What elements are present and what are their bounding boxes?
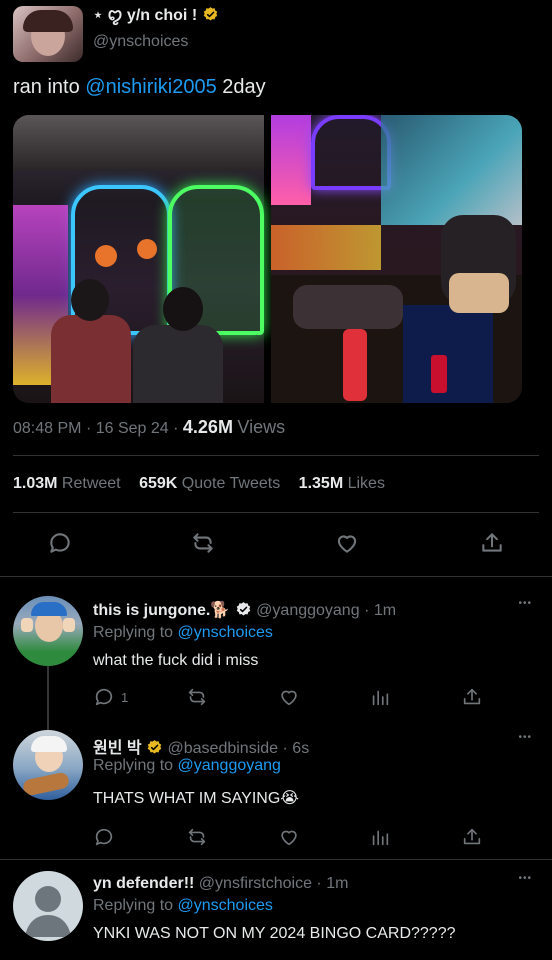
media-photo-left[interactable] bbox=[13, 115, 264, 403]
reply-header: yn defender!! @ynsfirstchoice · 1m bbox=[93, 875, 348, 893]
reply-text: THATS WHAT IM SAYING😭 bbox=[93, 790, 299, 807]
meta-separator: · bbox=[173, 420, 179, 437]
reply-analytics-button[interactable] bbox=[369, 686, 391, 713]
reply-icon bbox=[95, 828, 113, 846]
reply-retweet-button[interactable] bbox=[186, 686, 208, 713]
media-grid[interactable] bbox=[13, 115, 522, 403]
likes-label: Likes bbox=[347, 475, 385, 492]
main-like-button[interactable] bbox=[334, 530, 360, 561]
media-photo-right[interactable] bbox=[271, 115, 522, 403]
divider bbox=[13, 455, 539, 456]
replying-to: Replying to @ynschoices bbox=[93, 897, 273, 915]
divider bbox=[0, 576, 552, 577]
replying-to: Replying to @ynschoices bbox=[93, 624, 273, 642]
share-icon bbox=[482, 533, 502, 552]
reply-header: 원빈 박 @basedbinside · 6s bbox=[93, 734, 309, 758]
reply-author-name[interactable]: 원빈 박 bbox=[93, 740, 142, 757]
quote-label: Quote Tweets bbox=[181, 475, 281, 492]
reply-reply-button[interactable]: 1 bbox=[93, 686, 128, 708]
reply-avatar[interactable] bbox=[13, 730, 83, 800]
replying-to-link[interactable]: @ynschoices bbox=[178, 624, 273, 641]
tweet-time: 08:48 PM bbox=[13, 420, 82, 437]
reply-text: what the fuck did i miss bbox=[93, 652, 259, 669]
likes-count: 1.35M bbox=[298, 475, 344, 492]
reply-time: · 1m bbox=[364, 602, 397, 619]
share-icon bbox=[463, 828, 481, 845]
like-icon bbox=[337, 535, 357, 553]
reply-author-handle[interactable]: @basedbinside bbox=[168, 740, 279, 757]
views-label: Views bbox=[237, 417, 286, 437]
tweet-text-prefix: ran into bbox=[13, 76, 86, 98]
like-icon bbox=[281, 690, 297, 706]
reply-like-button[interactable] bbox=[278, 686, 300, 713]
tweet-meta: 08:48 PM · 16 Sep 24 · 4.26M Views bbox=[13, 417, 285, 438]
more-icon[interactable]: ••• bbox=[518, 732, 532, 743]
retweet-label: Retweet bbox=[61, 475, 121, 492]
more-icon[interactable]: ••• bbox=[518, 598, 532, 609]
quote-stat[interactable]: 659K Quote Tweets bbox=[139, 475, 285, 492]
reply-author-name[interactable]: this is jungone.🐕 bbox=[93, 602, 230, 619]
thread-line bbox=[47, 666, 49, 730]
replying-to-label: Replying to bbox=[93, 624, 174, 641]
default-avatar-icon bbox=[25, 886, 71, 937]
reply-reply-button[interactable] bbox=[93, 826, 115, 853]
reply-like-button[interactable] bbox=[278, 826, 300, 853]
replying-to-link[interactable]: @yanggoyang bbox=[178, 757, 281, 774]
reply-analytics-button[interactable] bbox=[369, 826, 391, 853]
divider bbox=[13, 512, 539, 513]
reply-time: · 1m bbox=[316, 875, 349, 892]
reply-text: YNKI WAS NOT ON MY 2024 BINGO CARD????? bbox=[93, 925, 456, 942]
author-name-row: ⋆ ꨄ y/n choi ! bbox=[93, 2, 219, 26]
replying-to-label: Replying to bbox=[93, 757, 174, 774]
replying-to-link[interactable]: @ynschoices bbox=[178, 897, 273, 914]
reply-header: this is jungone.🐕 @yanggoyang · 1m bbox=[93, 600, 396, 620]
author-avatar[interactable] bbox=[13, 6, 83, 62]
tweet-date: 16 Sep 24 bbox=[95, 420, 169, 437]
main-reply-button[interactable] bbox=[47, 530, 73, 561]
reply-icon bbox=[95, 688, 113, 706]
tweet-text-suffix: 2day bbox=[216, 76, 266, 98]
reply-avatar[interactable] bbox=[13, 871, 83, 941]
quote-count: 659K bbox=[139, 475, 178, 492]
verified-badge-icon bbox=[147, 740, 162, 754]
verified-badge-icon bbox=[203, 7, 217, 21]
author-name[interactable]: ⋆ ꨄ y/n choi ! bbox=[93, 7, 197, 24]
tweet-text: ran into @nishiriki2005 2day bbox=[13, 76, 266, 99]
retweet-stat[interactable]: 1.03M Retweet bbox=[13, 475, 125, 492]
analytics-icon bbox=[372, 830, 389, 846]
like-icon bbox=[281, 830, 297, 846]
verified-badge-icon bbox=[236, 602, 250, 616]
divider bbox=[0, 859, 552, 860]
meta-separator: · bbox=[85, 420, 92, 437]
views-count: 4.26M bbox=[182, 417, 233, 437]
replying-to-label: Replying to bbox=[93, 897, 174, 914]
reply-share-button[interactable] bbox=[461, 686, 483, 713]
tweet-stats: 1.03M Retweet 659K Quote Tweets 1.35M Li… bbox=[13, 475, 385, 493]
share-icon bbox=[463, 688, 481, 705]
analytics-icon bbox=[372, 690, 389, 706]
reply-avatar[interactable] bbox=[13, 596, 83, 666]
reply-author-handle[interactable]: @yanggoyang bbox=[256, 602, 359, 619]
more-icon[interactable]: ••• bbox=[518, 873, 532, 884]
reply-author-name[interactable]: yn defender!! bbox=[93, 875, 194, 892]
reply-count: 1 bbox=[121, 689, 129, 705]
author-handle[interactable]: @ynschoices bbox=[93, 33, 188, 51]
retweet-count: 1.03M bbox=[13, 475, 58, 492]
reply-retweet-button[interactable] bbox=[186, 826, 208, 853]
main-share-button[interactable] bbox=[479, 530, 505, 561]
main-retweet-button[interactable] bbox=[190, 530, 216, 561]
reply-share-button[interactable] bbox=[461, 826, 483, 853]
retweet-icon bbox=[188, 828, 206, 846]
reply-time: · 6s bbox=[282, 740, 310, 757]
retweet-icon bbox=[188, 688, 206, 706]
replying-to: Replying to @yanggoyang bbox=[93, 757, 281, 775]
retweet-icon bbox=[193, 533, 213, 553]
reply-author-handle[interactable]: @ynsfirstchoice bbox=[199, 875, 312, 892]
reply-icon bbox=[50, 533, 70, 553]
likes-stat[interactable]: 1.35M Likes bbox=[299, 475, 385, 492]
mention-link[interactable]: @nishiriki2005 bbox=[85, 76, 216, 98]
